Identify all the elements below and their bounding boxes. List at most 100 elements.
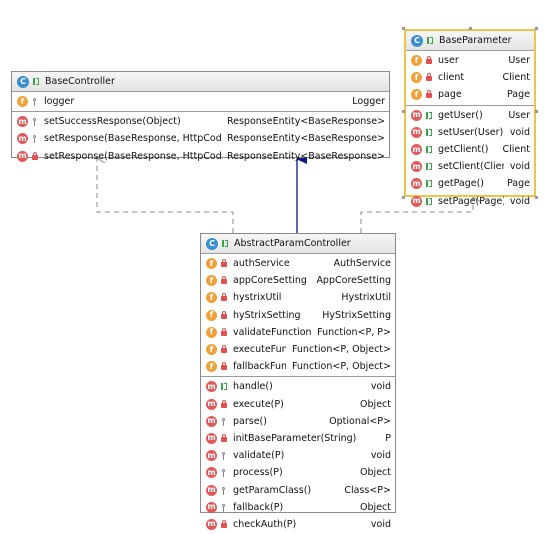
method-signature: process(P) — [233, 467, 283, 479]
private-visibility-icon — [220, 399, 228, 409]
method-row[interactable]: m process(P) Object — [201, 464, 395, 481]
private-visibility-icon — [220, 362, 228, 371]
method-signature: setClient(Client) — [438, 161, 504, 173]
method-row[interactable]: m getParamClass() Class<P> — [201, 481, 395, 498]
method-signature: checkAuth(P) — [233, 518, 297, 530]
selection-handle[interactable] — [402, 110, 405, 113]
method-icon: m — [206, 518, 217, 530]
selection-handle[interactable] — [535, 27, 538, 30]
method-icon: m — [411, 126, 422, 138]
fields-section: f user User f client Client f page Page — [406, 51, 534, 106]
method-row[interactable]: m setSuccessResponse(Object) ResponseEntit… — [12, 113, 389, 130]
method-signature: getParamClass() — [233, 484, 312, 496]
return-type: void — [509, 195, 530, 207]
protected-visibility-icon — [220, 468, 228, 478]
return-type: void — [370, 381, 391, 393]
field-row[interactable]: f user User — [406, 52, 534, 69]
return-type: Page — [507, 178, 530, 190]
method-signature: execute(P) — [233, 398, 284, 410]
field-row[interactable]: f page Page — [406, 86, 534, 103]
field-row[interactable]: f fallbackFunction Function<P, Object> — [201, 358, 395, 375]
private-visibility-icon — [425, 56, 433, 65]
method-row[interactable]: m validate(P) void — [201, 447, 395, 464]
public-visibility-icon — [32, 77, 40, 86]
public-visibility-icon — [425, 162, 433, 171]
method-signature: setResponse(BaseResponse, HttpCode, Obje… — [44, 150, 221, 162]
method-row[interactable]: m setResponse(BaseResponse, HttpCode) Resp… — [12, 130, 389, 147]
field-row[interactable]: f hyStrixSetting HyStrixSetting — [201, 307, 395, 324]
field-row[interactable]: f validateFunction Function<P, P> — [201, 324, 395, 341]
method-row[interactable]: m parse() Optional<P> — [201, 413, 395, 430]
method-row[interactable]: m setPage(Page) void — [406, 193, 534, 210]
selection-handle[interactable] — [402, 196, 405, 199]
field-icon: f — [206, 292, 217, 304]
method-icon: m — [411, 195, 422, 207]
method-icon: m — [206, 432, 217, 444]
return-type: ResponseEntity<BaseResponse> — [226, 150, 385, 162]
class-base-parameter[interactable]: C BaseParameter f user User f client Client f p… — [404, 29, 536, 207]
return-type: ResponseEntity<BaseResponse> — [226, 133, 385, 145]
method-row[interactable]: m getClient() Client — [406, 141, 534, 158]
methods-section: m setSuccessResponse(Object) ResponseEntit… — [12, 112, 389, 166]
field-icon: f — [411, 72, 422, 84]
private-visibility-icon — [220, 259, 228, 268]
public-visibility-icon — [425, 111, 433, 120]
private-visibility-icon — [220, 433, 228, 443]
field-icon: f — [411, 89, 422, 101]
field-row[interactable]: f logger Logger — [12, 93, 389, 110]
fields-section: f logger Logger — [12, 92, 389, 113]
return-type: P — [385, 432, 391, 444]
class-icon: C — [411, 34, 423, 47]
field-name: validateFunction — [233, 326, 312, 338]
method-row[interactable]: m setUser(User) void — [406, 124, 534, 141]
class-header: C BaseParameter — [406, 31, 534, 51]
selection-handle[interactable] — [402, 27, 405, 30]
method-row[interactable]: m initBaseParameter(String) P — [201, 430, 395, 447]
method-signature: fallback(P) — [233, 501, 284, 513]
return-type: Object — [360, 398, 391, 410]
field-name: user — [438, 55, 459, 67]
public-visibility-icon — [425, 197, 433, 206]
method-row[interactable]: m checkAuth(P) void — [201, 516, 395, 533]
selection-handle[interactable] — [469, 27, 472, 30]
selection-handle[interactable] — [535, 110, 538, 113]
field-name: fallbackFunction — [233, 361, 286, 373]
class-abstract-param-controller[interactable]: C AbstractParamController f authService Au… — [200, 233, 396, 530]
field-row[interactable]: f authService AuthService — [201, 255, 395, 272]
method-icon: m — [206, 415, 217, 427]
method-icon: m — [206, 501, 217, 513]
method-row[interactable]: m handle() void — [201, 378, 395, 395]
method-row[interactable]: m setClient(Client) void — [406, 158, 534, 175]
field-type: AuthService — [333, 258, 391, 270]
selection-handle[interactable] — [535, 196, 538, 199]
public-visibility-icon — [221, 239, 229, 248]
field-row[interactable]: f appCoreSetting AppCoreSetting — [201, 272, 395, 289]
field-name: executeFunction — [233, 344, 286, 356]
method-icon: m — [206, 398, 217, 410]
return-type: Optional<P> — [329, 415, 391, 427]
method-row[interactable]: m execute(P) Object — [201, 396, 395, 413]
private-visibility-icon — [425, 90, 433, 99]
method-signature: setResponse(BaseResponse, HttpCode) — [44, 133, 221, 145]
field-row[interactable]: f client Client — [406, 69, 534, 86]
method-row[interactable]: m setResponse(BaseResponse, HttpCode, Obj… — [12, 148, 389, 165]
field-type: User — [508, 55, 530, 67]
method-icon: m — [17, 150, 28, 162]
protected-visibility-icon — [31, 134, 39, 144]
method-icon: m — [206, 467, 217, 479]
method-signature: getUser() — [438, 109, 483, 121]
method-signature: setPage(Page) — [438, 195, 504, 207]
field-icon: f — [206, 361, 217, 373]
return-type: void — [370, 518, 391, 530]
field-row[interactable]: f hystrixUtil HystrixUtil — [201, 289, 395, 306]
method-row[interactable]: m fallback(P) Object — [201, 499, 395, 516]
field-icon: f — [206, 326, 217, 338]
method-icon: m — [17, 133, 28, 145]
field-type: Function<P, Object> — [291, 344, 391, 356]
method-row[interactable]: m getPage() Page — [406, 175, 534, 192]
method-row[interactable]: m getUser() User — [406, 107, 534, 124]
method-signature: initBaseParameter(String) — [233, 432, 357, 444]
methods-section: m getUser() User m setUser(User) void m getClie… — [406, 106, 534, 211]
class-base-controller[interactable]: C BaseController f logger Logger m setSucce… — [11, 71, 390, 162]
field-row[interactable]: f executeFunction Function<P, Object> — [201, 341, 395, 358]
